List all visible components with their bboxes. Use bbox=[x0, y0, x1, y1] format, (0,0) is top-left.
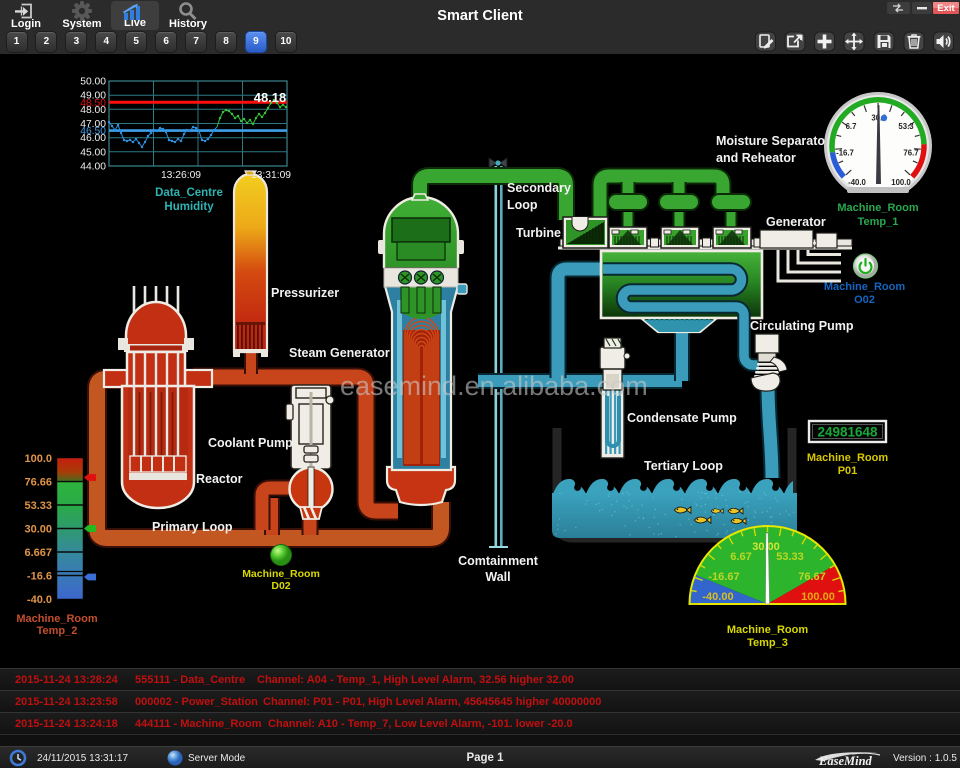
svg-text:-16.67: -16.67 bbox=[708, 571, 739, 583]
svg-text:Loop: Loop bbox=[507, 198, 538, 212]
svg-text:46.50: 46.50 bbox=[80, 126, 106, 137]
svg-text:13:26:09: 13:26:09 bbox=[161, 170, 201, 181]
svg-text:6.67: 6.67 bbox=[730, 551, 751, 563]
svg-text:Pressurizer: Pressurizer bbox=[271, 286, 339, 300]
svg-text:-40.0: -40.0 bbox=[27, 594, 52, 606]
svg-text:Moisture Separator: Moisture Separator bbox=[716, 134, 830, 148]
svg-text:Tertiary Loop: Tertiary Loop bbox=[644, 459, 723, 473]
svg-text:76.7: 76.7 bbox=[903, 149, 918, 158]
svg-text:P01: P01 bbox=[838, 465, 858, 477]
svg-text:Exit: Exit bbox=[937, 3, 955, 14]
svg-text:Generator: Generator bbox=[766, 215, 826, 229]
svg-text:Reactor: Reactor bbox=[196, 472, 243, 486]
svg-text:and Reheator: and Reheator bbox=[716, 151, 796, 165]
svg-text:Machine_Room: Machine_Room bbox=[242, 568, 320, 580]
svg-text:O02: O02 bbox=[854, 294, 875, 306]
svg-text:Machine_Room: Machine_Room bbox=[807, 452, 889, 464]
svg-text:100.00: 100.00 bbox=[801, 591, 835, 603]
svg-text:Machine_Room: Machine_Room bbox=[16, 613, 98, 625]
svg-text:30.00: 30.00 bbox=[24, 524, 52, 536]
svg-text:44.00: 44.00 bbox=[80, 162, 106, 173]
svg-text:Secondary: Secondary bbox=[507, 181, 571, 195]
svg-text:Data_Centre: Data_Centre bbox=[155, 187, 223, 199]
svg-text:53.33: 53.33 bbox=[776, 551, 804, 563]
svg-text:Machine_Room: Machine_Room bbox=[837, 202, 919, 214]
svg-text:Temp_3: Temp_3 bbox=[747, 637, 788, 649]
svg-text:Circulating Pump: Circulating Pump bbox=[750, 319, 854, 333]
svg-text:Coolant Pump: Coolant Pump bbox=[208, 436, 293, 450]
svg-text:Steam Generator: Steam Generator bbox=[289, 346, 390, 360]
svg-text:13:31:09: 13:31:09 bbox=[251, 170, 291, 181]
svg-text:Temp_1: Temp_1 bbox=[858, 216, 899, 228]
svg-text:48.50: 48.50 bbox=[80, 98, 106, 109]
svg-text:6.7: 6.7 bbox=[846, 122, 857, 131]
svg-text:45.00: 45.00 bbox=[80, 147, 106, 158]
svg-text:-16.6: -16.6 bbox=[27, 571, 52, 583]
svg-text:-40.0: -40.0 bbox=[848, 178, 866, 187]
svg-text:Comtainment: Comtainment bbox=[458, 554, 539, 568]
svg-text:Humidity: Humidity bbox=[164, 201, 214, 213]
svg-text:24981648: 24981648 bbox=[817, 425, 878, 440]
svg-text:-40.00: -40.00 bbox=[702, 591, 733, 603]
svg-text:100.0: 100.0 bbox=[24, 453, 52, 465]
svg-text:D02: D02 bbox=[271, 580, 290, 592]
svg-text:76.66: 76.66 bbox=[24, 477, 52, 489]
svg-text:Primary Loop: Primary Loop bbox=[152, 520, 233, 534]
svg-text:Temp_2: Temp_2 bbox=[37, 625, 78, 637]
svg-text:48.18: 48.18 bbox=[254, 90, 287, 105]
svg-text:53.3: 53.3 bbox=[898, 122, 914, 131]
svg-text:easemind.en.alibaba.com: easemind.en.alibaba.com bbox=[340, 371, 648, 401]
svg-text:Turbine: Turbine bbox=[516, 226, 561, 240]
svg-text:Machine_Room: Machine_Room bbox=[727, 624, 809, 636]
svg-text:100.0: 100.0 bbox=[891, 178, 911, 187]
svg-text:Machine_Room: Machine_Room bbox=[824, 281, 906, 293]
svg-text:Condensate Pump: Condensate Pump bbox=[627, 411, 737, 425]
svg-text:53.33: 53.33 bbox=[24, 500, 52, 512]
svg-text:50.00: 50.00 bbox=[80, 77, 106, 88]
svg-text:Wall: Wall bbox=[485, 570, 510, 584]
svg-text:EaseMind: EaseMind bbox=[818, 754, 873, 768]
svg-text:76.67: 76.67 bbox=[798, 571, 826, 583]
svg-text:6.667: 6.667 bbox=[24, 547, 52, 559]
svg-text:-16.7: -16.7 bbox=[836, 149, 854, 158]
